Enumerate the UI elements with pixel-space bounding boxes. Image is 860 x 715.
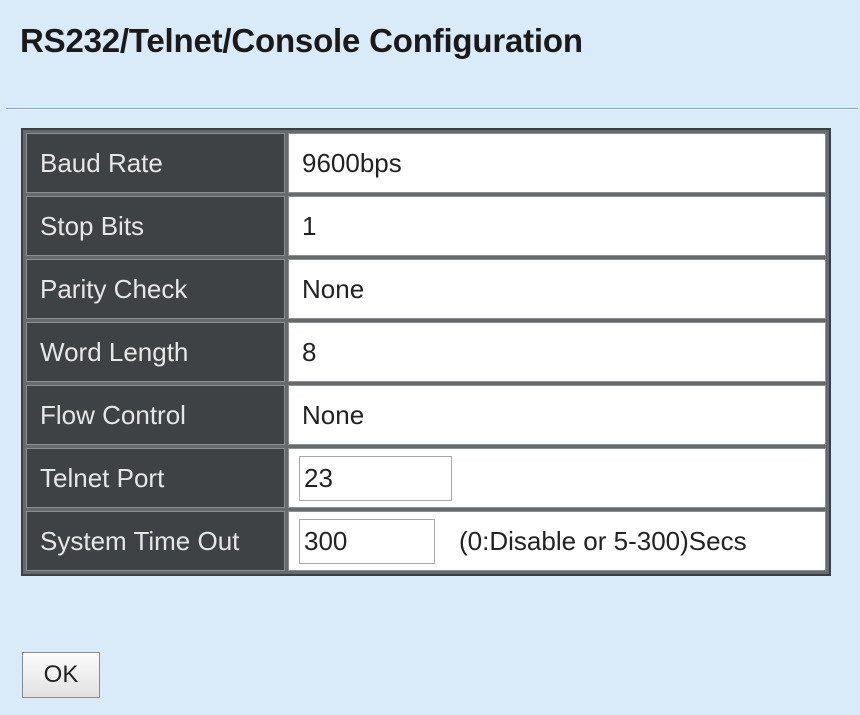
stop-bits-label: Stop Bits	[26, 196, 285, 256]
configuration-page: RS232/Telnet/Console Configuration Baud …	[0, 0, 860, 715]
table-row-system-time-out: System Time Out (0:Disable or 5-300)Secs	[26, 511, 826, 571]
word-length-value: 8	[288, 322, 826, 382]
title-divider	[6, 108, 858, 110]
flow-control-label: Flow Control	[26, 385, 285, 445]
table-row-telnet-port: Telnet Port	[26, 448, 826, 508]
baud-rate-label: Baud Rate	[26, 133, 285, 193]
telnet-port-input[interactable]	[299, 455, 452, 501]
parity-check-value: None	[288, 259, 826, 319]
system-time-out-cell: (0:Disable or 5-300)Secs	[288, 511, 826, 571]
ok-button[interactable]: OK	[22, 652, 100, 698]
flow-control-value: None	[288, 385, 826, 445]
table-row-flow-control: Flow Control None	[26, 385, 826, 445]
table-row-stop-bits: Stop Bits 1	[26, 196, 826, 256]
console-settings-table: Baud Rate 9600bps Stop Bits 1 Parity Che…	[21, 128, 831, 576]
table-row-baud-rate: Baud Rate 9600bps	[26, 133, 826, 193]
table-row-word-length: Word Length 8	[26, 322, 826, 382]
page-title: RS232/Telnet/Console Configuration	[20, 22, 583, 59]
stop-bits-value: 1	[288, 196, 826, 256]
system-time-out-label: System Time Out	[26, 511, 285, 571]
word-length-label: Word Length	[26, 322, 285, 382]
telnet-port-label: Telnet Port	[26, 448, 285, 508]
parity-check-label: Parity Check	[26, 259, 285, 319]
telnet-port-cell	[288, 448, 826, 508]
baud-rate-value: 9600bps	[288, 133, 826, 193]
system-time-out-hint: (0:Disable or 5-300)Secs	[459, 525, 747, 556]
system-time-out-input[interactable]	[299, 518, 435, 564]
table-row-parity-check: Parity Check None	[26, 259, 826, 319]
